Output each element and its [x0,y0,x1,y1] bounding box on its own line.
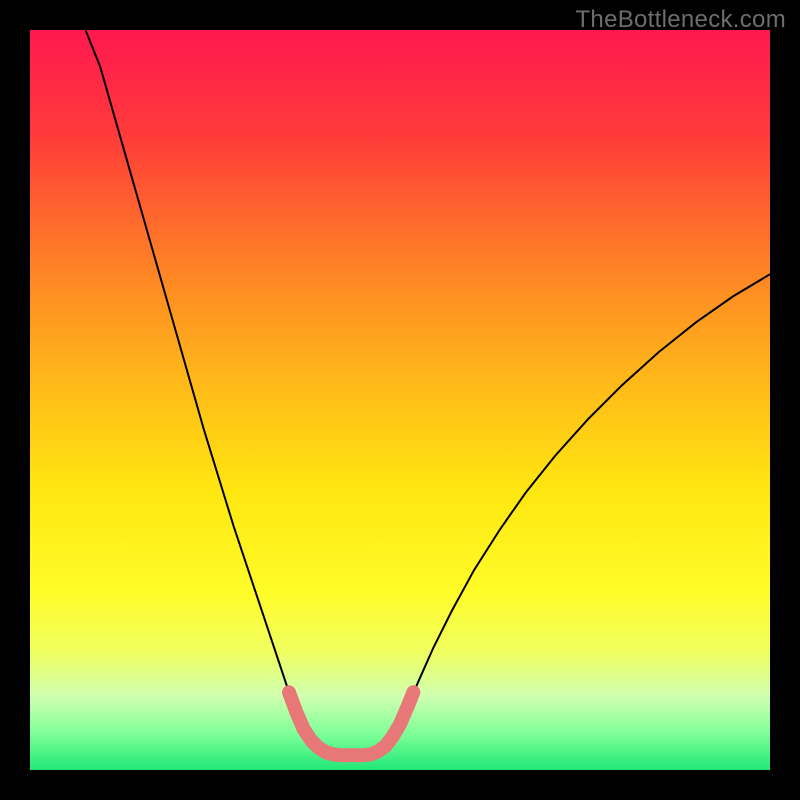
chart-plot [30,30,770,770]
chart-svg [30,30,770,770]
gradient-background [30,30,770,770]
watermark-label: TheBottleneck.com [575,6,786,34]
